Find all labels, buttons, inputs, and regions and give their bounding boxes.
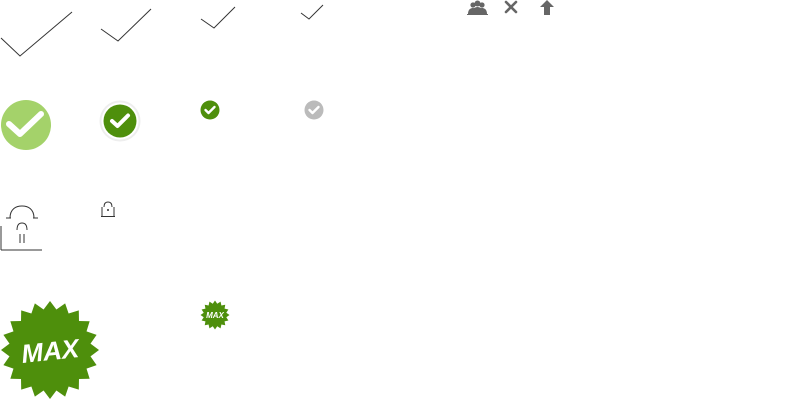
max-badge-label-lg: MAX <box>20 333 82 369</box>
max-badge-label-sm: MAX <box>206 311 224 320</box>
close-icon[interactable] <box>504 0 518 14</box>
checkmark-circle-icon-light-lg <box>0 99 52 151</box>
lock-icon-lg <box>0 204 44 252</box>
upload-arrow-icon[interactable] <box>540 0 554 16</box>
checkmark-circle-icon-gray-sm <box>304 100 324 120</box>
max-badge-icon-sm: MAX <box>200 300 230 330</box>
users-icon[interactable] <box>467 0 489 16</box>
checkmark-outline-icon-sm <box>300 4 324 21</box>
max-badge-icon-lg: MAX <box>0 300 100 400</box>
checkmark-circle-icon-dark-lg <box>99 100 141 142</box>
checkmark-outline-icon-xl <box>0 10 74 58</box>
checkmark-outline-icon-md <box>200 6 236 30</box>
checkmark-circle-icon-dark-sm <box>200 100 220 120</box>
lock-icon-sm <box>100 200 116 218</box>
checkmark-outline-icon-lg <box>100 8 152 44</box>
